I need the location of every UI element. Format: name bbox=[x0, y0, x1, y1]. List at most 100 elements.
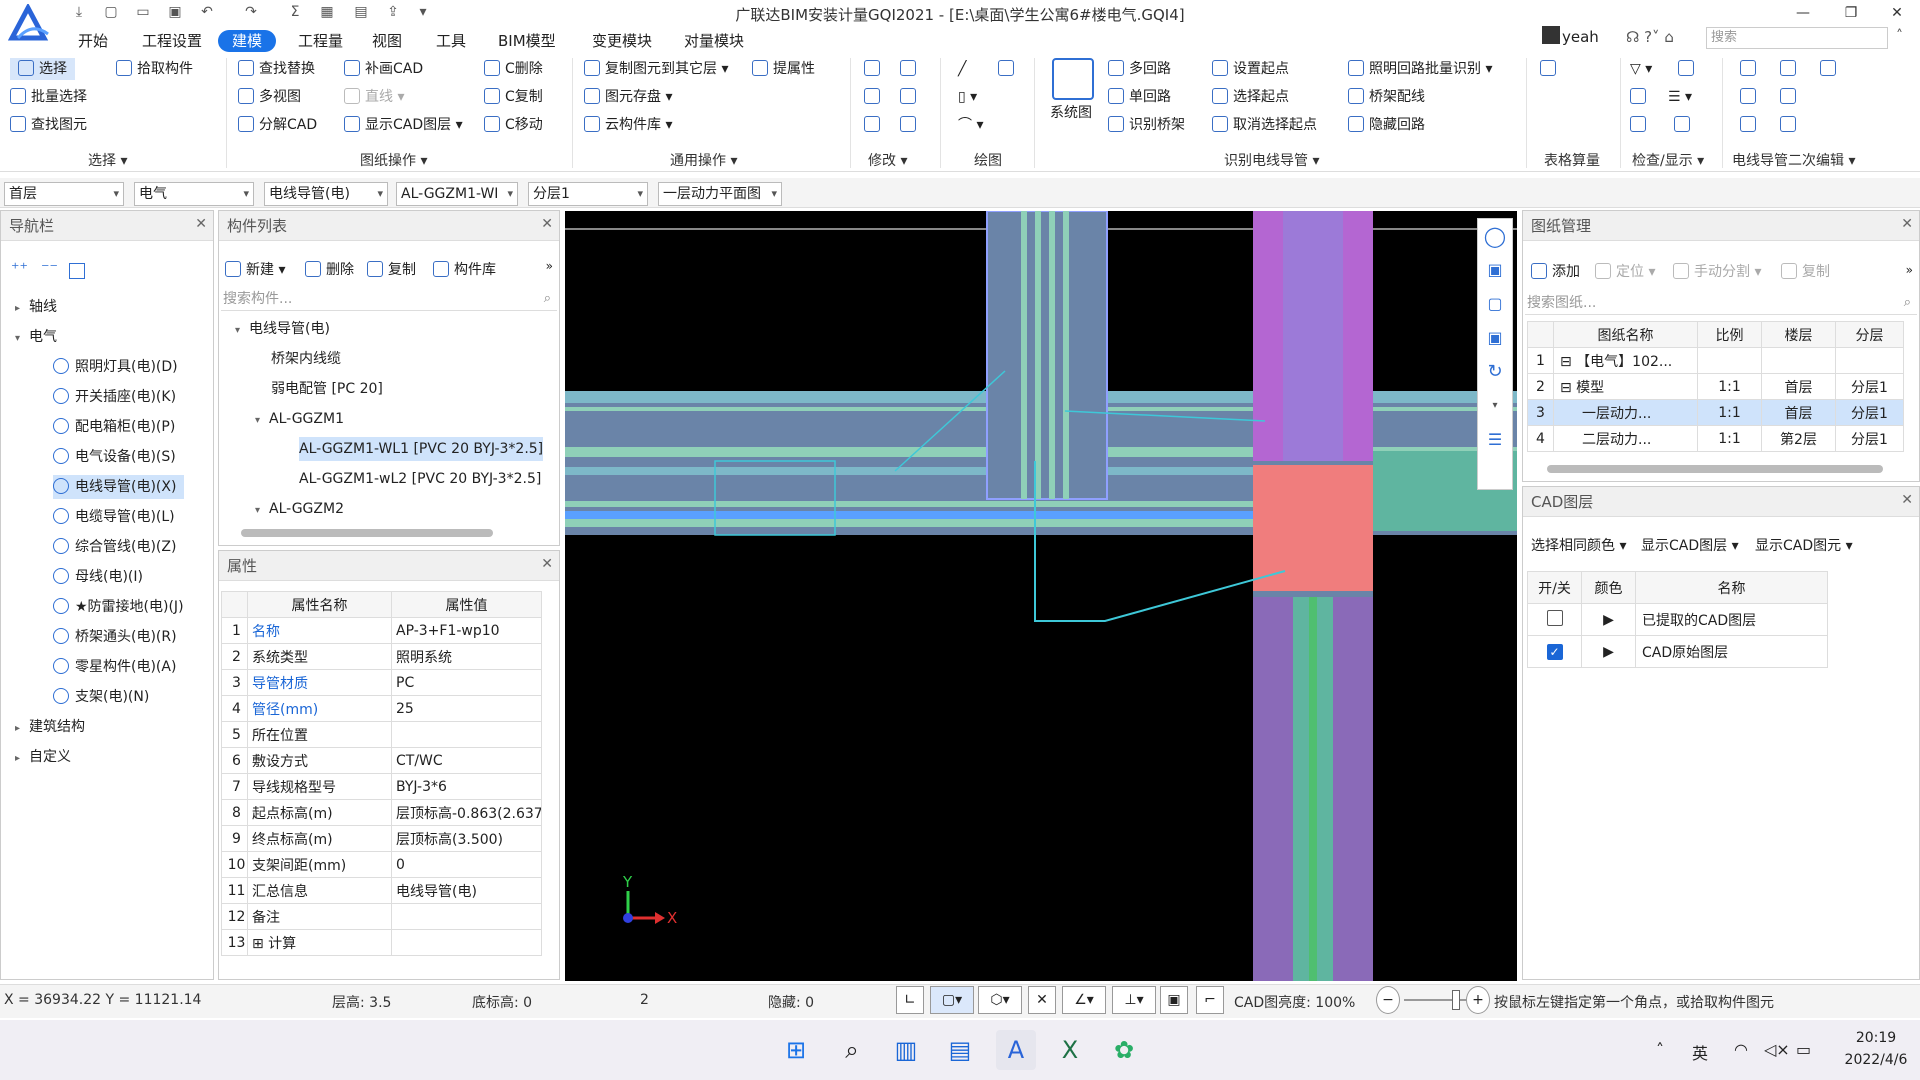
copy-to-floor-button[interactable]: 复制图元到其它层 ▾ bbox=[584, 58, 728, 80]
nav-item[interactable]: ★防雷接地(电)(J) bbox=[53, 595, 184, 619]
modify-delete-icon[interactable] bbox=[864, 114, 885, 136]
tree-arrow-icon[interactable]: ▾ bbox=[255, 499, 269, 521]
add-cad-button[interactable]: 补画CAD bbox=[344, 58, 423, 80]
system-diagram-label[interactable]: 系统图 bbox=[1050, 102, 1092, 122]
check-2-icon[interactable] bbox=[1630, 86, 1651, 108]
restore-button[interactable]: ❐ bbox=[1828, 0, 1874, 26]
offset-icon[interactable]: ⊥▾ bbox=[1112, 986, 1156, 1014]
battery-icon[interactable]: ▭ bbox=[1796, 1040, 1811, 1059]
nav-item[interactable]: 支架(电)(N) bbox=[53, 685, 149, 709]
glodon-app-icon[interactable]: A bbox=[996, 1030, 1036, 1070]
curve-icon[interactable]: ⌐ bbox=[1196, 986, 1224, 1014]
nav-item[interactable]: 电气设备(电)(S) bbox=[53, 445, 176, 469]
table-calc-icon[interactable] bbox=[1540, 58, 1561, 80]
menu-quantity[interactable]: 工程量 bbox=[298, 30, 343, 52]
nav-item[interactable]: 电线导管(电)(X) bbox=[53, 475, 185, 499]
drawing-select[interactable]: 一层动力平面图 bbox=[658, 182, 782, 206]
wifi-icon[interactable]: ◠ bbox=[1734, 1040, 1748, 1059]
group-edit2-label[interactable]: 电线导管二次编辑 ▾ bbox=[1732, 150, 1855, 170]
close-icon[interactable]: ✕ bbox=[195, 211, 207, 237]
property-value[interactable]: 层顶标高(3.500) bbox=[391, 825, 542, 852]
component-search-input[interactable]: 搜索构件... bbox=[221, 287, 557, 311]
ortho-icon[interactable]: ∟ bbox=[896, 986, 924, 1014]
property-row[interactable]: 5 所在位置 bbox=[221, 721, 542, 748]
property-row[interactable]: 11 汇总信息 电线导管(电) bbox=[221, 877, 542, 904]
group-recognize-label[interactable]: 识别电线导管 ▾ bbox=[1224, 150, 1319, 170]
select-same-color-button[interactable]: 选择相同颜色 ▾ bbox=[1531, 535, 1626, 557]
notepad-app-icon[interactable]: ▤ bbox=[940, 1030, 980, 1070]
horizontal-scrollbar[interactable] bbox=[241, 529, 493, 537]
c-move-button[interactable]: C移动 bbox=[484, 114, 543, 136]
draw-pipe-icon[interactable] bbox=[998, 58, 1019, 80]
edit-4-icon[interactable] bbox=[1740, 86, 1761, 108]
save-element-button[interactable]: 图元存盘 ▾ bbox=[584, 86, 672, 108]
close-button[interactable]: ✕ bbox=[1874, 0, 1920, 26]
edit-2-icon[interactable] bbox=[1780, 58, 1801, 80]
list-view-icon[interactable]: ☰ bbox=[1478, 423, 1512, 457]
menu-reconcile-module[interactable]: 对量模块 bbox=[684, 30, 744, 52]
decompose-cad-button[interactable]: 分解CAD bbox=[238, 114, 317, 136]
brightness-slider-handle[interactable] bbox=[1452, 990, 1460, 1010]
property-row[interactable]: 7 导线规格型号 BYJ-3*6 bbox=[221, 773, 542, 800]
property-row[interactable]: 12 备注 bbox=[221, 903, 542, 930]
cross-icon[interactable]: ✕ bbox=[1028, 986, 1056, 1014]
cad-layer-row[interactable]: ▶ 已提取的CAD图层 bbox=[1527, 603, 1828, 636]
excel-app-icon[interactable]: X bbox=[1050, 1030, 1090, 1070]
checkbox-unchecked[interactable] bbox=[1546, 609, 1563, 626]
find-element-button[interactable]: 查找图元 bbox=[10, 114, 87, 136]
drawing-header[interactable]: 楼层 bbox=[1761, 321, 1836, 348]
batch-select-button[interactable]: 批量选择 bbox=[10, 86, 87, 108]
collapse-all-icon[interactable]: ⁻⁻ bbox=[41, 259, 58, 278]
nav-item[interactable]: ▸ 自定义 bbox=[15, 745, 71, 769]
edit-1-icon[interactable] bbox=[1740, 58, 1761, 80]
multi-loop-button[interactable]: 多回路 bbox=[1108, 58, 1171, 80]
nav-item[interactable]: ▸ 建筑结构 bbox=[15, 715, 85, 739]
component-tree-item[interactable]: 弱电配管 [PC 20] bbox=[271, 377, 383, 401]
component-tree-item[interactable]: AL-GGZM1-wL2 [PVC 20 BYJ-3*2.5] bbox=[299, 467, 541, 491]
search-input[interactable]: 搜索 bbox=[1706, 27, 1888, 49]
property-value[interactable]: 0 bbox=[391, 851, 542, 878]
edit-icon[interactable] bbox=[69, 263, 85, 279]
select-start-button[interactable]: 选择起点 bbox=[1212, 86, 1289, 108]
draw-point-icon[interactable]: ▯ ▾ bbox=[958, 86, 977, 108]
drawing-search-input[interactable]: 搜索图纸... bbox=[1525, 291, 1917, 315]
drawing-header[interactable]: 图纸名称 bbox=[1553, 321, 1698, 348]
extract-attr-button[interactable]: 提属性 bbox=[752, 58, 815, 80]
property-value[interactable]: CT/WC bbox=[391, 747, 542, 774]
pick-component-button[interactable]: 拾取构件 bbox=[116, 58, 193, 80]
manual-split-button[interactable]: 手动分割 ▾ bbox=[1673, 261, 1761, 283]
component-select[interactable]: AL-GGZM1-WI bbox=[396, 182, 518, 206]
expand-all-icon[interactable]: ⁺⁺ bbox=[11, 259, 28, 278]
property-value[interactable] bbox=[391, 721, 542, 748]
menu-project-settings[interactable]: 工程设置 bbox=[142, 30, 202, 52]
horizontal-scrollbar[interactable] bbox=[1547, 465, 1883, 473]
show-cad-layer-toggle[interactable]: 显示CAD图层 ▾ bbox=[1641, 535, 1739, 557]
rotate-view-icon[interactable]: ◯ bbox=[1478, 219, 1512, 253]
search-icon[interactable]: ⌕ bbox=[832, 1030, 872, 1070]
sublayer-select[interactable]: 分层1 bbox=[528, 182, 648, 206]
property-row[interactable]: 4 管径(mm) 25 bbox=[221, 695, 542, 722]
property-value[interactable]: AP-3+F1-wp10 bbox=[391, 617, 542, 644]
copy-component-button[interactable]: 复制 bbox=[367, 259, 416, 281]
component-tree-item[interactable]: ▾ 电线导管(电) bbox=[235, 317, 330, 341]
component-tree-item[interactable]: ▾ AL-GGZM1 bbox=[255, 407, 344, 431]
bridge-wire-button[interactable]: 桥架配线 bbox=[1348, 86, 1425, 108]
checkbox-checked[interactable]: ✓ bbox=[1546, 643, 1563, 660]
multi-view-button[interactable]: 多视图 bbox=[238, 86, 301, 108]
nav-item[interactable]: 母线(电)(I) bbox=[53, 565, 143, 589]
nav-item[interactable]: 电缆导管(电)(L) bbox=[53, 505, 175, 529]
floor-select[interactable]: 首层 bbox=[4, 182, 124, 206]
nav-item[interactable]: 零星构件(电)(A) bbox=[53, 655, 176, 679]
drawing-row[interactable]: 1 ⊟ 【电气】102... bbox=[1527, 347, 1904, 374]
more-icon[interactable]: » bbox=[546, 259, 553, 273]
property-value[interactable]: 层顶标高-0.863(2.637) bbox=[391, 799, 542, 826]
menu-bim-model[interactable]: BIM模型 bbox=[498, 30, 556, 52]
snap-icon[interactable]: ▢▾ bbox=[930, 986, 974, 1014]
tree-arrow-icon[interactable]: ▸ bbox=[15, 297, 29, 321]
nav-item[interactable]: ▾ 电气 bbox=[15, 325, 57, 349]
expand-arrow-icon[interactable]: ▶ bbox=[1581, 635, 1636, 668]
system-diagram-icon[interactable] bbox=[1052, 58, 1094, 100]
drawing-row[interactable]: 4 二层动力... 1:1 第2层 分层1 bbox=[1527, 425, 1904, 452]
copy-drawing-button[interactable]: 复制 bbox=[1781, 261, 1830, 283]
single-loop-button[interactable]: 单回路 bbox=[1108, 86, 1171, 108]
